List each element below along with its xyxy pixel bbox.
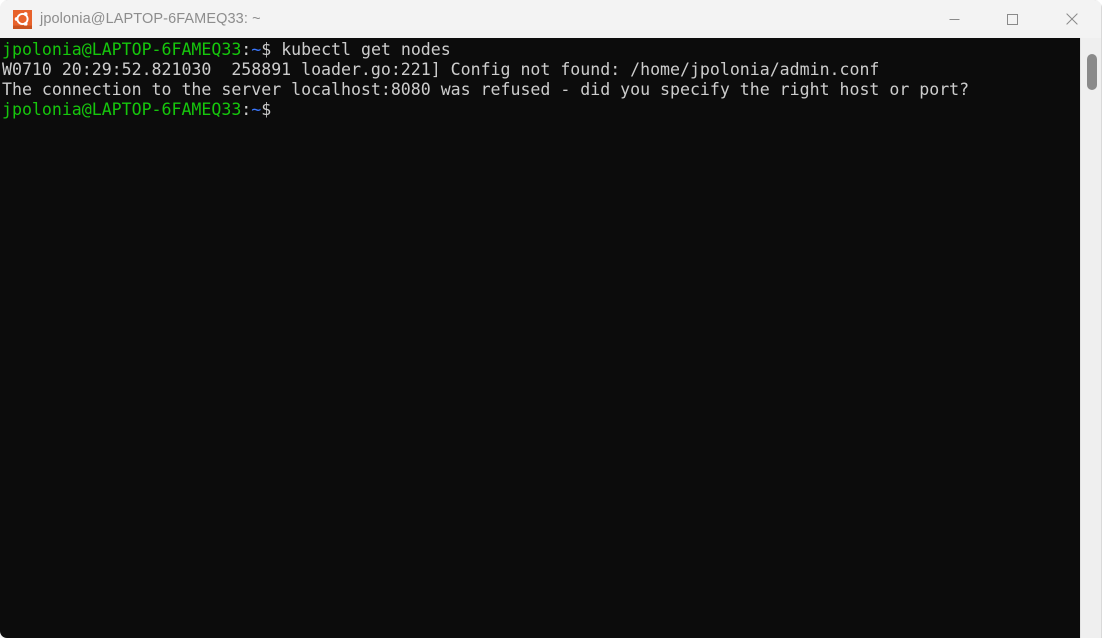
terminal-text-segment: jpolonia@LAPTOP-6FAMEQ33: [2, 40, 242, 59]
scrollbar-thumb[interactable]: [1087, 54, 1097, 90]
line-warning: W0710 20:29:52.821030 258891 loader.go:2…: [2, 60, 1080, 80]
terminal-text-segment: ~: [251, 100, 262, 119]
terminal-text-segment: jpolonia@LAPTOP-6FAMEQ33: [2, 100, 242, 119]
terminal-text-segment: :: [241, 100, 252, 119]
ubuntu-icon: [13, 10, 32, 29]
window-title: jpolonia@LAPTOP-6FAMEQ33: ~: [40, 11, 261, 27]
terminal-screen[interactable]: jpolonia@LAPTOP-6FAMEQ33:~$ kubectl get …: [2, 40, 1080, 120]
terminal-text-segment: $ kubectl get nodes: [261, 40, 451, 59]
line-command: jpolonia@LAPTOP-6FAMEQ33:~$ kubectl get …: [2, 40, 1080, 60]
terminal-text-segment: W0710 20:29:52.821030 258891 loader.go:2…: [2, 60, 880, 79]
terminal-text-segment: The connection to the server localhost:8…: [2, 80, 970, 99]
title-bar[interactable]: jpolonia@LAPTOP-6FAMEQ33: ~: [0, 0, 1102, 38]
terminal-text-segment: $: [261, 100, 272, 119]
terminal-scrollbar[interactable]: [1080, 38, 1102, 638]
terminal-text-segment: :: [241, 40, 252, 59]
line-error: The connection to the server localhost:8…: [2, 80, 1080, 100]
minimize-button[interactable]: [931, 0, 977, 38]
line-prompt: jpolonia@LAPTOP-6FAMEQ33:~$: [2, 100, 1080, 120]
terminal-window: jpolonia@LAPTOP-6FAMEQ33: ~ jpolonia@LAP…: [0, 0, 1102, 638]
terminal-surface[interactable]: jpolonia@LAPTOP-6FAMEQ33:~$ kubectl get …: [0, 38, 1080, 638]
close-button[interactable]: [1049, 0, 1095, 38]
terminal-text-segment: ~: [251, 40, 262, 59]
maximize-button[interactable]: [989, 0, 1035, 38]
